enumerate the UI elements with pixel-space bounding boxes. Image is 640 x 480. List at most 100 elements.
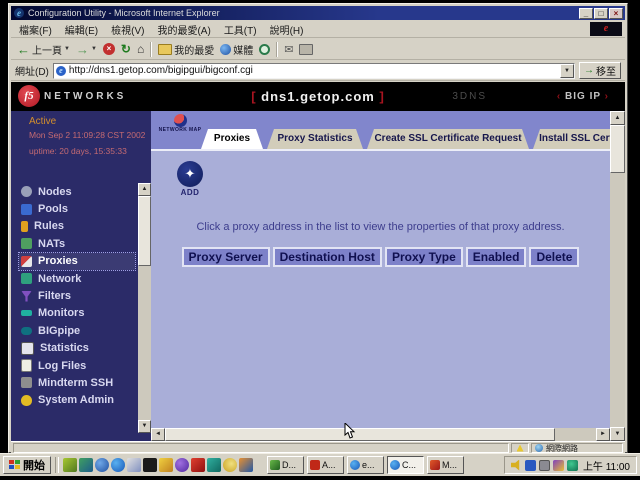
sidebar-item-network[interactable]: Network	[19, 270, 135, 287]
column-header-destination-host[interactable]: Destination Host	[273, 247, 382, 267]
refresh-icon[interactable]: ↻	[121, 42, 131, 56]
bracket-close: ]	[379, 89, 384, 104]
display-icon[interactable]	[539, 460, 550, 471]
task-window-button-active[interactable]: C...	[387, 456, 424, 474]
print-icon[interactable]	[299, 44, 313, 55]
history-icon[interactable]	[259, 44, 270, 55]
sidebar-item-nats[interactable]: NATs	[19, 235, 135, 252]
scroll-down-icon[interactable]: ▼	[138, 420, 151, 433]
quick-launch-icon[interactable]	[207, 458, 221, 472]
scrollbar-thumb[interactable]	[138, 196, 151, 266]
quick-launch-icon[interactable]	[191, 458, 205, 472]
column-header-proxy-server[interactable]: Proxy Server	[182, 247, 270, 267]
tray-icon[interactable]	[567, 460, 578, 471]
start-button[interactable]: 開始	[3, 456, 51, 474]
sidebar-item-label: BIGpipe	[38, 325, 80, 337]
task-button-label: e...	[362, 460, 375, 470]
tab-create-ssl-certificate-request[interactable]: Create SSL Certificate Request	[367, 129, 529, 149]
address-dropdown-icon[interactable]: ▼	[560, 64, 574, 78]
scrollbar-thumb[interactable]	[610, 125, 625, 173]
horizontal-scrollbar[interactable]: ◄ ►	[151, 428, 610, 441]
add-icon: ✦	[177, 161, 203, 187]
tab-proxies[interactable]: Proxies	[201, 129, 263, 149]
scrollbar-thumb[interactable]	[165, 428, 555, 441]
title-bar[interactable]: e Configuration Utility - Microsoft Inte…	[11, 6, 625, 20]
favorites-button[interactable]: 我的最愛	[158, 42, 214, 57]
quick-launch-icon[interactable]	[143, 458, 157, 472]
go-button[interactable]: → 移至	[579, 62, 621, 79]
window-title: Configuration Utility - Microsoft Intern…	[28, 8, 220, 18]
sidebar-item-proxies[interactable]: Proxies	[19, 253, 135, 270]
menu-edit[interactable]: 編輯(E)	[65, 22, 98, 37]
close-button[interactable]: ×	[609, 8, 623, 19]
tab-band: NETWORK MAP Proxies Proxy Statistics Cre…	[151, 111, 625, 151]
sidebar-item-statistics[interactable]: Statistics	[19, 340, 135, 357]
tray-icon[interactable]	[525, 460, 536, 471]
media-button[interactable]: 媒體	[220, 42, 253, 57]
scroll-down-icon[interactable]: ▼	[610, 427, 625, 441]
column-header-proxy-type[interactable]: Proxy Type	[385, 247, 463, 267]
menu-favorites[interactable]: 我的最愛(A)	[157, 22, 210, 37]
sidebar-scrollbar[interactable]: ▲ ▼	[138, 183, 151, 433]
address-field[interactable]: e ▼	[53, 63, 575, 79]
favorites-label: 我的最愛	[174, 42, 214, 57]
task-window-button[interactable]: M...	[427, 456, 464, 474]
address-input[interactable]	[69, 65, 557, 76]
sidebar-item-system-admin[interactable]: System Admin	[19, 392, 135, 409]
menu-file[interactable]: 檔案(F)	[19, 22, 52, 37]
tab-proxy-statistics[interactable]: Proxy Statistics	[267, 129, 363, 149]
quick-launch-icon[interactable]	[127, 458, 141, 472]
proxy-table-header-row: Proxy Server Destination Host Proxy Type…	[151, 247, 610, 267]
task-window-button[interactable]: D...	[267, 456, 304, 474]
windows-logo-icon	[9, 460, 20, 470]
task-window-button[interactable]: A...	[307, 456, 344, 474]
scroll-right-icon[interactable]: ►	[596, 428, 610, 441]
quick-launch-icon[interactable]	[111, 458, 125, 472]
sidebar-item-rules[interactable]: Rules	[19, 218, 135, 235]
task-window-button[interactable]: e...	[347, 456, 384, 474]
column-header-enabled[interactable]: Enabled	[466, 247, 527, 267]
taskbar-clock[interactable]: 上午 11:00	[581, 458, 630, 473]
quick-launch-icon[interactable]	[159, 458, 173, 472]
maximize-button[interactable]: □	[594, 8, 608, 19]
back-button[interactable]: ← 上一頁 ▼	[17, 42, 70, 57]
quick-launch-icon[interactable]	[95, 458, 109, 472]
menu-help[interactable]: 說明(H)	[270, 22, 304, 37]
sidebar-item-label: Nodes	[38, 186, 72, 198]
scroll-up-icon[interactable]: ▲	[138, 183, 151, 196]
network-map-button[interactable]: NETWORK MAP	[157, 114, 203, 133]
forward-dropdown-icon[interactable]: ▼	[91, 46, 97, 52]
sidebar-item-filters[interactable]: Filters	[19, 287, 135, 304]
vertical-scrollbar[interactable]: ▲ ▼	[610, 111, 625, 441]
status-bar: 網際網路	[11, 441, 625, 453]
sidebar-item-bigpipe[interactable]: BIGpipe	[19, 322, 135, 339]
quick-launch-icon[interactable]	[63, 458, 77, 472]
home-icon[interactable]: ⌂	[137, 42, 144, 56]
mail-icon[interactable]: ✉	[284, 43, 293, 56]
ie-window-icon: e	[14, 8, 24, 18]
sidebar-item-mindterm-ssh[interactable]: Mindterm SSH	[19, 374, 135, 391]
quick-launch-icon[interactable]	[175, 458, 189, 472]
nav-bigip[interactable]: ‹ BIG IP ›	[557, 91, 609, 102]
volume-icon[interactable]	[511, 460, 522, 471]
sidebar-item-monitors[interactable]: Monitors	[19, 305, 135, 322]
hostname-display: [ dns1.getop.com ]	[11, 89, 625, 104]
forward-button[interactable]: → ▼	[76, 42, 97, 57]
scroll-up-icon[interactable]: ▲	[610, 111, 625, 125]
nav-3dns[interactable]: 3DNS	[452, 91, 487, 102]
stop-icon[interactable]: ×	[103, 43, 115, 55]
sidebar-item-nodes[interactable]: Nodes	[19, 183, 135, 200]
add-proxy-button[interactable]: ✦ ADD	[169, 161, 211, 197]
quick-launch-icon[interactable]	[239, 458, 253, 472]
tray-icon[interactable]	[553, 460, 564, 471]
sidebar-item-pools[interactable]: Pools	[19, 200, 135, 217]
scroll-left-icon[interactable]: ◄	[151, 428, 165, 441]
quick-launch-icon[interactable]	[223, 458, 237, 472]
sidebar-item-log-files[interactable]: Log Files	[19, 357, 135, 374]
back-dropdown-icon[interactable]: ▼	[64, 46, 70, 52]
minimize-button[interactable]: _	[579, 8, 593, 19]
menu-tools[interactable]: 工具(T)	[224, 22, 257, 37]
quick-launch-icon[interactable]	[79, 458, 93, 472]
column-header-delete[interactable]: Delete	[529, 247, 579, 267]
menu-view[interactable]: 檢視(V)	[111, 22, 144, 37]
